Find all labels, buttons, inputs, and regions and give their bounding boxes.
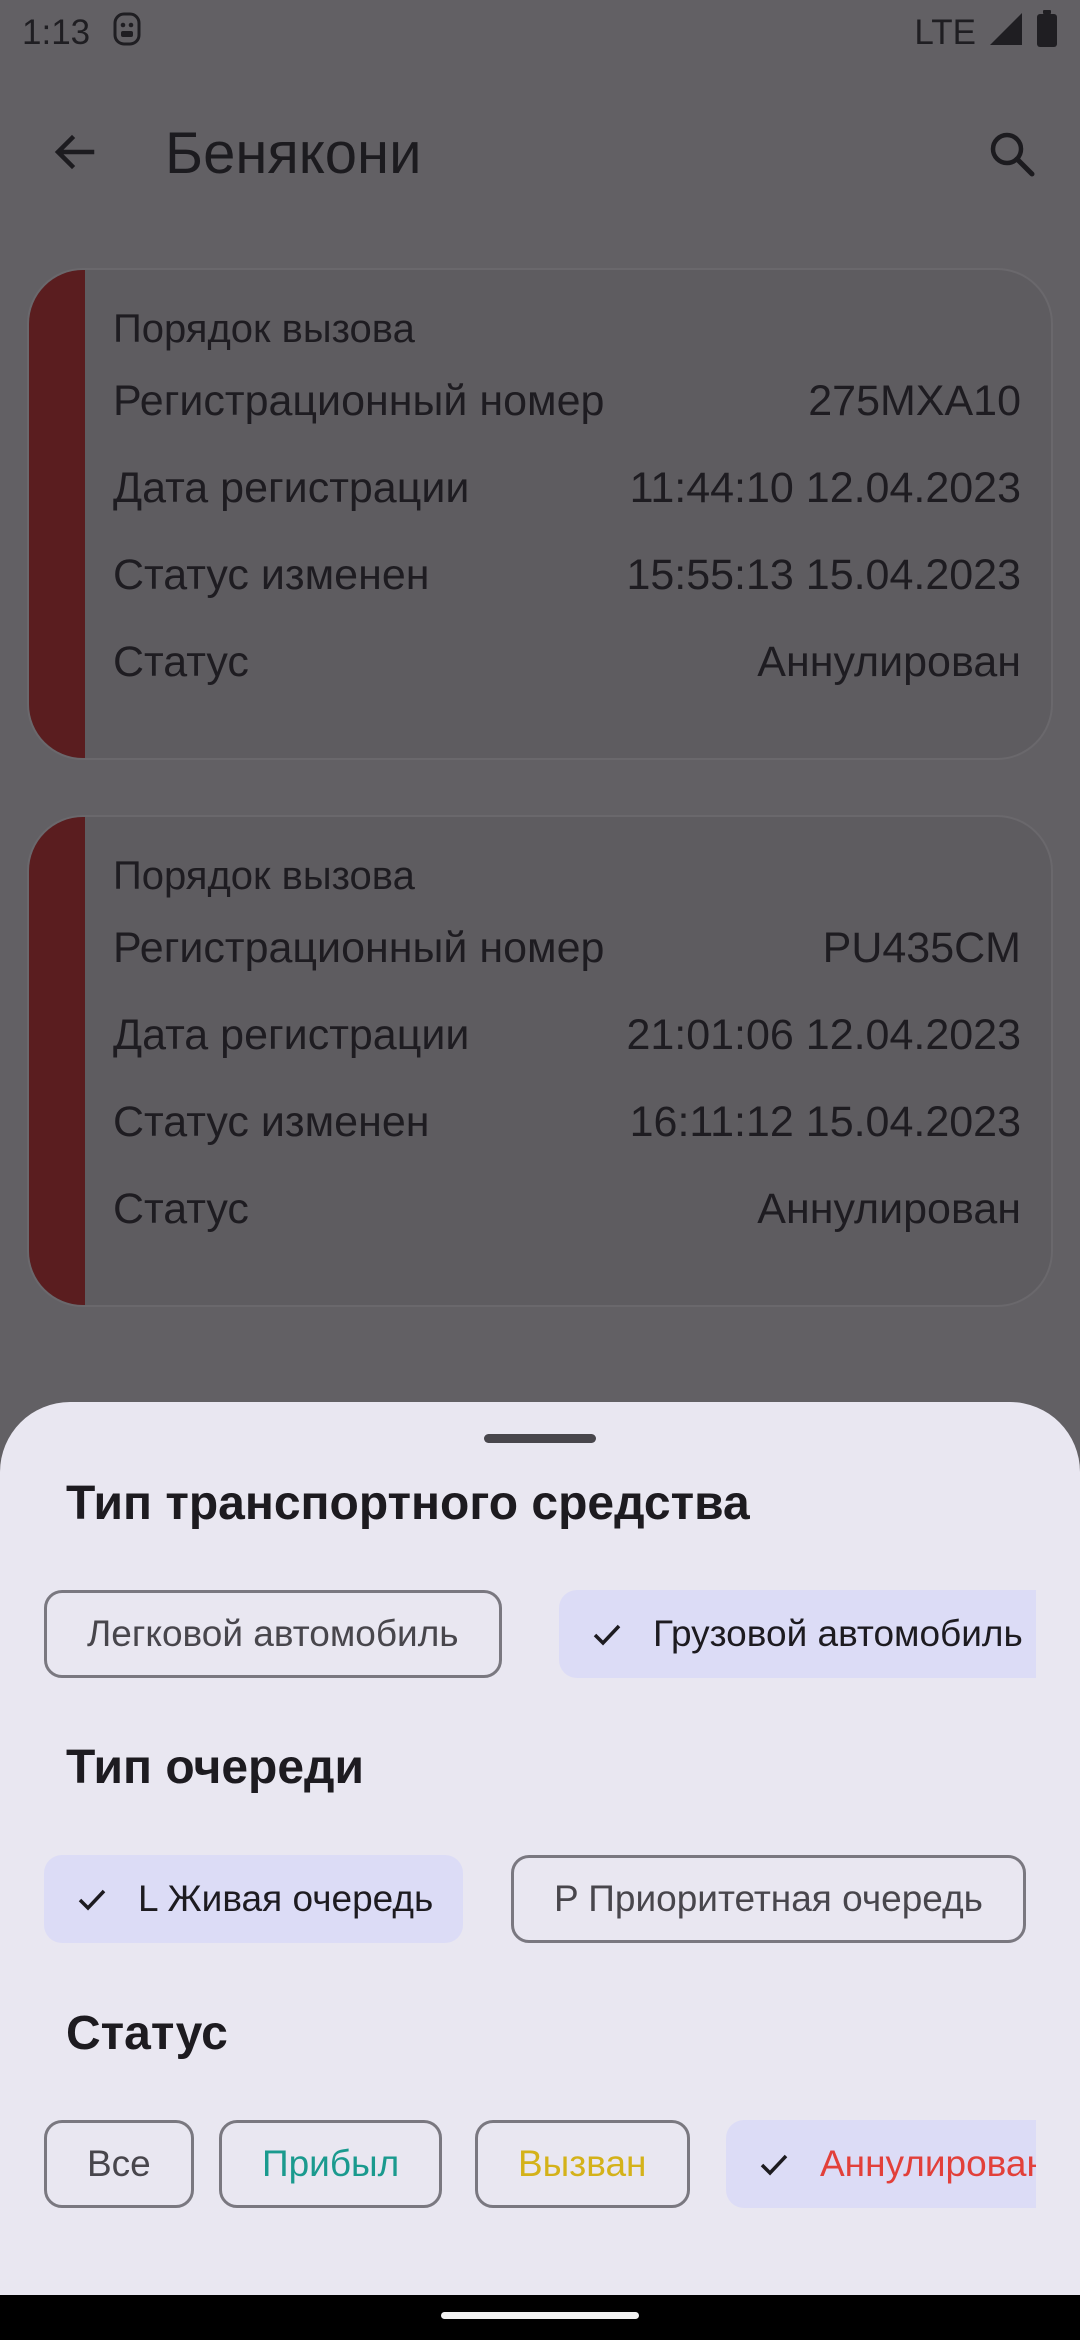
status-chips[interactable]: Все Прибыл Вызван Аннулирован [44,2120,1036,2210]
filter-bottom-sheet: Тип транспортного средства Легковой авто… [0,1402,1080,2295]
chip-live-queue[interactable]: L Живая очередь [44,1855,464,1943]
status-bar: 1:13 LTE [0,0,1080,66]
sim-icon [112,12,142,55]
chip-passenger-car[interactable]: Легковой автомобиль [44,1590,502,1678]
row-label: Дата регистрации [113,1011,470,1059]
app-bar: Бенякони [0,100,1080,210]
row-value: Аннулирован [757,638,1021,686]
row-value: 275MXA10 [808,377,1021,425]
chip-label: Легковой автомобиль [87,1613,459,1654]
card-row-reg-date: Дата регистрации 11:44:10 12.04.2023 [113,445,1021,532]
card-row-status-changed: Статус изменен 15:55:13 15.04.2023 [113,532,1021,619]
chip-label: Аннулирован [820,2143,1036,2184]
chip-label: Прибыл [262,2143,400,2184]
status-stripe [29,817,85,1305]
page-title: Бенякони [165,121,422,186]
chip-label: Все [87,2143,151,2184]
row-value: 21:01:06 12.04.2023 [626,1011,1021,1059]
chip-status-cancelled[interactable]: Аннулирован [726,2120,1036,2208]
chip-status-called[interactable]: Вызван [475,2120,690,2208]
card-row-reg-number: Регистрационный номер PU435CM [113,905,1021,992]
row-label: Статус [113,1185,249,1233]
row-label: Регистрационный номер [113,377,605,425]
status-time: 1:13 [22,13,91,52]
status-title: Статус [66,2007,228,2060]
check-icon [587,1614,627,1654]
queue-card[interactable]: Порядок вызова Регистрационный номер PU4… [27,815,1053,1307]
home-gesture-handle[interactable] [441,2312,639,2319]
card-heading: Порядок вызова [113,307,415,351]
chip-priority-queue[interactable]: P Приоритетная очередь [511,1855,1026,1943]
drag-handle[interactable] [484,1434,596,1443]
check-icon [72,1879,112,1919]
card-row-reg-number: Регистрационный номер 275MXA10 [113,358,1021,445]
queue-type-chips[interactable]: L Живая очередь P Приоритетная очередь [44,1855,1036,1945]
network-label: LTE [914,13,976,52]
queue-card[interactable]: Порядок вызова Регистрационный номер 275… [27,268,1053,760]
queue-type-title: Тип очереди [66,1741,365,1794]
row-label: Статус изменен [113,551,430,599]
chip-status-arrived[interactable]: Прибыл [219,2120,443,2208]
card-row-status-changed: Статус изменен 16:11:12 15.04.2023 [113,1079,1021,1166]
row-value: 15:55:13 15.04.2023 [626,551,1021,599]
row-label: Дата регистрации [113,464,470,512]
chip-label: Вызван [518,2143,647,2184]
battery-icon [1036,9,1058,57]
chip-label: L Живая очередь [138,1878,434,1919]
row-value: 11:44:10 12.04.2023 [629,464,1021,512]
card-heading: Порядок вызова [113,854,415,898]
back-arrow-icon[interactable] [44,122,104,182]
row-value: PU435CM [822,924,1021,972]
status-stripe [29,270,85,758]
navigation-bar [0,2295,1080,2340]
row-value: 16:11:12 15.04.2023 [629,1098,1021,1146]
card-row-reg-date: Дата регистрации 21:01:06 12.04.2023 [113,992,1021,1079]
card-row-status: Статус Аннулирован [113,1166,1021,1253]
row-value: Аннулирован [757,1185,1021,1233]
card-row-status: Статус Аннулирован [113,619,1021,706]
search-icon[interactable] [982,124,1042,184]
vehicle-type-title: Тип транспортного средства [66,1477,750,1530]
vehicle-type-chips[interactable]: Легковой автомобиль Грузовой автомобиль [44,1590,1036,1680]
signal-icon [988,11,1024,56]
chip-status-all[interactable]: Все [44,2120,194,2208]
row-label: Статус изменен [113,1098,430,1146]
row-label: Регистрационный номер [113,924,605,972]
chip-label: P Приоритетная очередь [554,1878,983,1919]
row-label: Статус [113,638,249,686]
check-icon [754,2144,794,2184]
chip-truck[interactable]: Грузовой автомобиль [559,1590,1036,1678]
chip-label: Грузовой автомобиль [653,1613,1023,1654]
